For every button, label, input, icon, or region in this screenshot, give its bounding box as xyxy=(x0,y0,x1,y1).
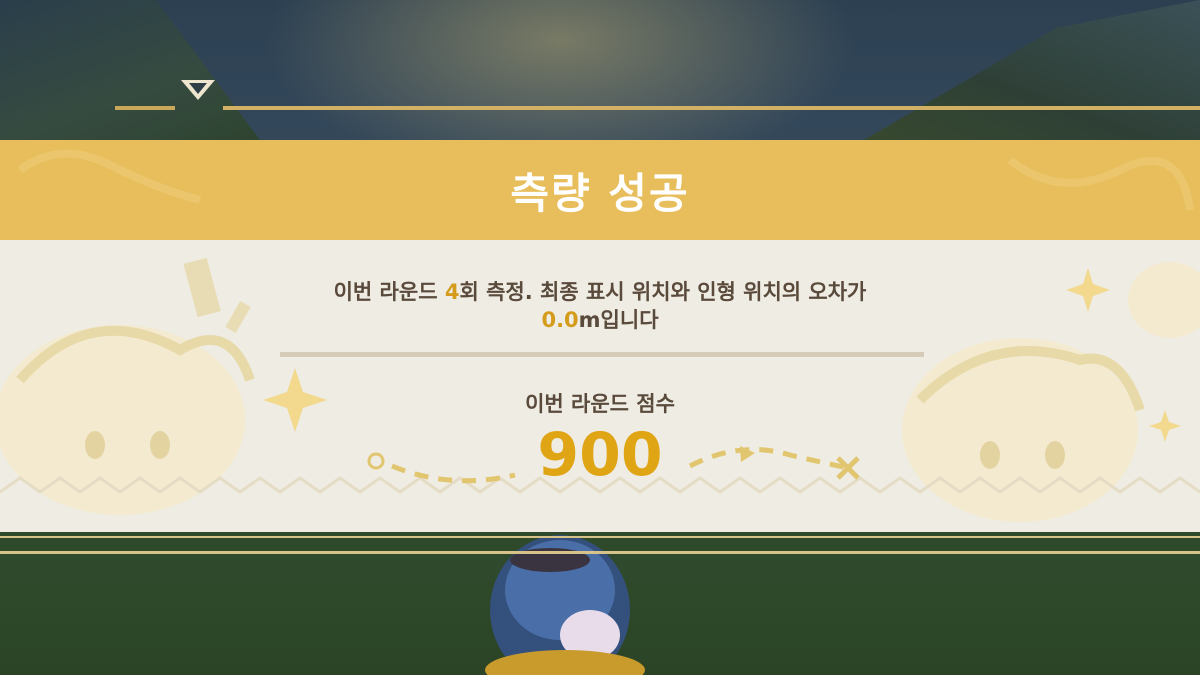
score-value: 900 xyxy=(537,420,663,490)
result-message: 이번 라운드 4회 측정. 최종 표시 위치와 인형 위치의 오차가 0.0m입… xyxy=(0,278,1200,334)
result-panel: 이번 라운드 4회 측정. 최종 표시 위치와 인형 위치의 오차가 0.0m입… xyxy=(0,240,1200,532)
measurement-count: 4 xyxy=(444,280,460,304)
bottom-line-thick xyxy=(0,551,1200,554)
player-character xyxy=(485,535,645,675)
message-part1: 이번 라운드 xyxy=(333,280,445,304)
score-label: 이번 라운드 점수 xyxy=(525,392,675,416)
result-banner: 측량 성공 xyxy=(0,140,1200,240)
error-distance: 0.0 xyxy=(541,308,579,332)
result-title: 측량 성공 xyxy=(510,168,690,218)
message-part2: 회 측정. 최종 표시 위치와 인형 위치의 오차가 xyxy=(459,280,867,304)
panel-divider xyxy=(280,352,924,357)
message-part3: m입니다 xyxy=(578,308,659,332)
triangle-marker-icon xyxy=(181,80,215,100)
top-decorative-line xyxy=(115,106,1200,110)
bottom-line-thin xyxy=(0,536,1200,538)
